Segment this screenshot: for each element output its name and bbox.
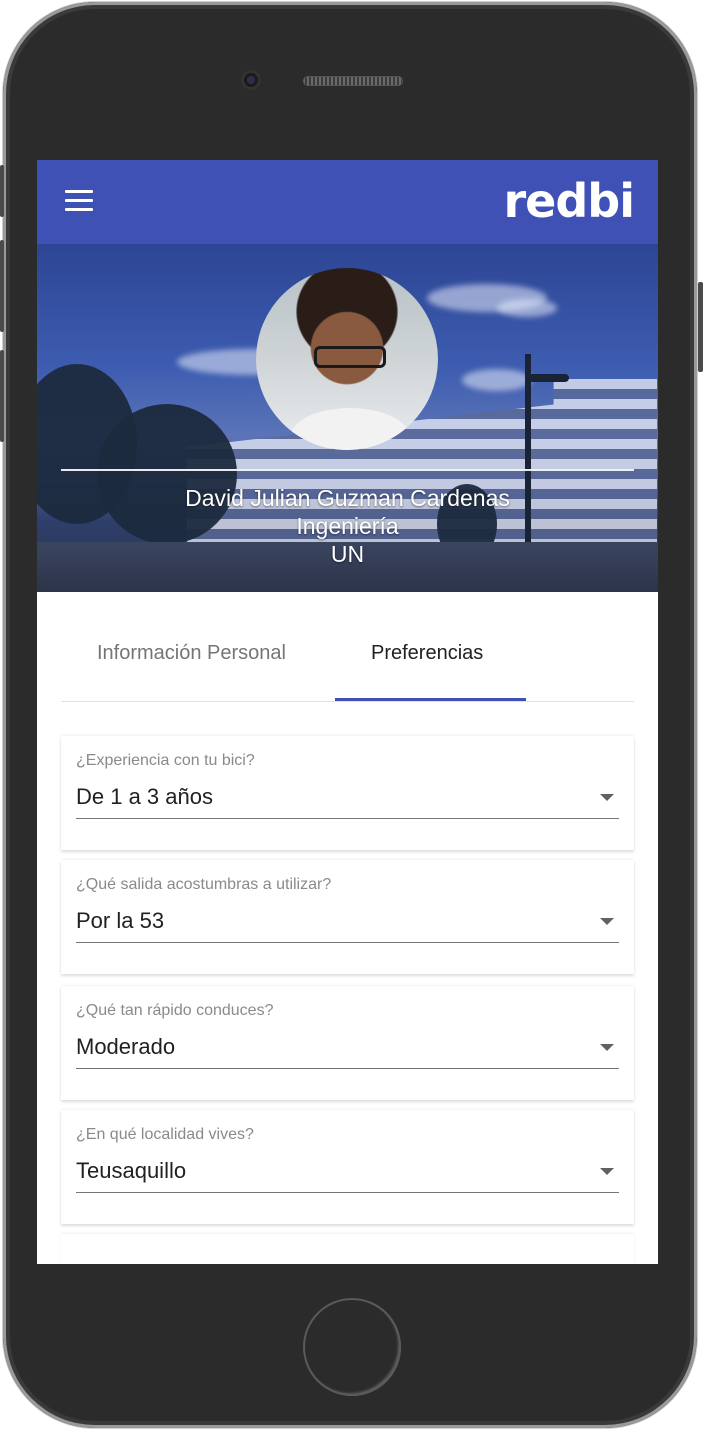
- exit-route-label: ¿Qué salida acostumbras a utilizar?: [76, 876, 332, 893]
- earpiece-speaker: [303, 76, 403, 86]
- field-underline: [76, 1068, 619, 1069]
- dropdown-arrow-icon[interactable]: [600, 1044, 614, 1051]
- speed-label: ¿Qué tan rápido conduces?: [76, 1002, 274, 1019]
- field-underline: [76, 818, 619, 819]
- dropdown-arrow-icon[interactable]: [600, 918, 614, 925]
- app-screen: redbi David Julian Guzman Cardenas Ingen…: [37, 160, 658, 1264]
- app-bar: redbi: [37, 160, 658, 244]
- profile-faculty: Ingeniería: [296, 513, 399, 539]
- profile-tabs: Información Personal Preferencias: [61, 592, 634, 702]
- locality-field-card: ¿En qué localidad vives? Teusaquillo: [61, 1110, 634, 1224]
- hamburger-menu-icon[interactable]: [65, 190, 93, 212]
- profile-name: David Julian Guzman Cardenas: [185, 485, 510, 511]
- profile-header: David Julian Guzman Cardenas Ingeniería …: [37, 244, 658, 592]
- power-button: [698, 282, 703, 372]
- mute-switch: [0, 165, 4, 217]
- experience-label: ¿Experiencia con tu bici?: [76, 752, 255, 769]
- speed-select[interactable]: Moderado: [76, 1034, 175, 1060]
- speed-field-card: ¿Qué tan rápido conduces? Moderado: [61, 986, 634, 1100]
- dropdown-arrow-icon[interactable]: [600, 794, 614, 801]
- redbi-logo: redbi: [503, 174, 635, 228]
- field-underline: [76, 1192, 619, 1193]
- tab-informacion-personal[interactable]: Información Personal: [97, 642, 286, 665]
- field-underline: [76, 942, 619, 943]
- volume-down-button: [0, 350, 4, 442]
- tab-preferencias[interactable]: Preferencias: [371, 642, 483, 665]
- locality-select[interactable]: Teusaquillo: [76, 1158, 186, 1184]
- locality-label: ¿En qué localidad vives?: [76, 1126, 254, 1143]
- dropdown-arrow-icon[interactable]: [600, 1168, 614, 1175]
- active-tab-indicator: [335, 698, 526, 701]
- home-button[interactable]: [303, 1298, 401, 1396]
- exit-route-field-card: ¿Qué salida acostumbras a utilizar? Por …: [61, 860, 634, 974]
- header-divider: [61, 469, 634, 471]
- experience-field-card: ¿Experiencia con tu bici? De 1 a 3 años: [61, 736, 634, 850]
- exit-route-select[interactable]: Por la 53: [76, 908, 164, 934]
- profile-avatar: [256, 268, 438, 450]
- profile-university: UN: [330, 541, 365, 567]
- front-camera: [241, 70, 261, 90]
- experience-select[interactable]: De 1 a 3 años: [76, 784, 213, 810]
- profile-info: David Julian Guzman Cardenas Ingeniería …: [37, 484, 658, 568]
- next-field-card-partial: [61, 1234, 634, 1264]
- volume-up-button: [0, 240, 4, 332]
